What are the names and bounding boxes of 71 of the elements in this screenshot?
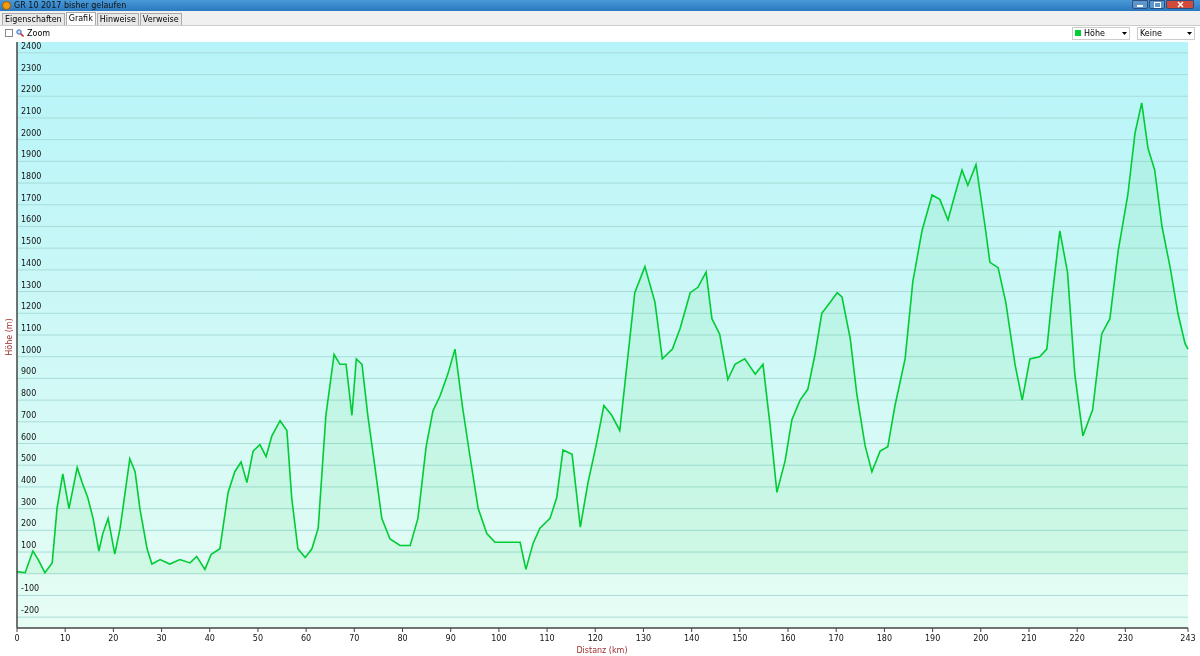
series-dropdown[interactable]: Höhe: [1072, 26, 1130, 40]
y-tick-label: 1100: [21, 324, 42, 333]
x-tick-label: 170: [828, 634, 844, 643]
tab[interactable]: Eigenschaften: [2, 13, 65, 25]
close-icon: [1176, 1, 1184, 8]
x-tick-label: 243: [1180, 634, 1196, 643]
y-tick-label: 1200: [21, 302, 42, 312]
caret-icon: [1122, 31, 1127, 35]
x-tick-label: 100: [491, 634, 507, 643]
x-tick-label: 60: [301, 634, 312, 643]
y-tick-label: 1700: [21, 193, 42, 203]
x-tick-label: 180: [876, 634, 893, 643]
x-tick-label: 0: [14, 634, 20, 643]
x-tick-label: 210: [1021, 634, 1037, 643]
x-tick-label: 130: [635, 634, 652, 643]
y-tick-label: 800: [21, 389, 37, 399]
secondary-dropdown[interactable]: Keine: [1137, 26, 1195, 40]
maximize-button[interactable]: [1149, 0, 1165, 9]
x-tick-label: 90: [445, 634, 456, 643]
y-tick-label: 500: [21, 454, 37, 464]
close-button[interactable]: [1166, 0, 1194, 9]
tab[interactable]: Grafik: [65, 12, 96, 25]
maximize-icon: [1153, 1, 1161, 8]
x-tick-label: 190: [924, 634, 941, 643]
x-tick-label: 40: [204, 634, 215, 643]
y-tick-label: 600: [21, 432, 37, 442]
x-tick-label: 220: [1069, 634, 1085, 643]
window-title: GR 10 2017 bisher gelaufen: [14, 0, 127, 11]
x-tick-label: 10: [60, 634, 71, 643]
y-tick-label: -100: [21, 584, 40, 594]
tab[interactable]: Verweise: [139, 13, 182, 25]
x-tick-label: 200: [973, 634, 989, 643]
app-icon: [2, 1, 11, 10]
search-icon: [16, 29, 24, 37]
x-axis-title: Distanz (km): [576, 646, 628, 655]
y-tick-label: 2000: [21, 128, 42, 138]
y-tick-label: 2400: [21, 41, 42, 51]
x-tick-label: 50: [252, 634, 264, 643]
y-tick-label: 1600: [21, 215, 42, 225]
y-tick-label: 1000: [21, 345, 42, 355]
y-tick-label: 400: [21, 475, 37, 485]
x-tick-label: 120: [587, 634, 603, 643]
y-tick-label: 900: [21, 367, 37, 377]
tab[interactable]: Hinweise: [96, 13, 139, 25]
x-tick-label: 160: [780, 634, 796, 643]
x-tick-label: 150: [732, 634, 748, 643]
y-tick-label: 1800: [21, 172, 42, 182]
minimize-button[interactable]: [1132, 0, 1148, 9]
caret-icon: [1187, 31, 1192, 35]
y-tick-label: 2300: [21, 63, 42, 73]
x-tick-label: 70: [349, 634, 360, 643]
x-tick-label: 20: [108, 634, 119, 643]
x-tick-label: 110: [539, 634, 555, 643]
y-axis-title: Höhe (m): [5, 318, 14, 356]
x-tick-label: 140: [684, 634, 700, 643]
x-tick-label: 80: [397, 634, 408, 643]
y-tick-label: 2100: [21, 106, 42, 116]
y-tick-label: 1300: [21, 280, 42, 290]
y-tick-label: 1400: [21, 258, 42, 268]
y-tick-label: 2200: [21, 85, 42, 95]
y-tick-label: 1900: [21, 150, 42, 160]
y-tick-label: 700: [21, 410, 37, 420]
y-tick-label: 200: [21, 519, 37, 529]
y-tick-label: -200: [21, 606, 40, 616]
y-tick-label: 1500: [21, 237, 42, 247]
y-tick-label: 100: [21, 541, 37, 551]
x-tick-label: 30: [156, 634, 167, 643]
zoom-label: Zoom: [27, 28, 51, 38]
zoom-checkbox[interactable]: [5, 29, 13, 37]
x-tick-label: 230: [1117, 634, 1133, 643]
y-tick-label: 300: [21, 497, 37, 507]
